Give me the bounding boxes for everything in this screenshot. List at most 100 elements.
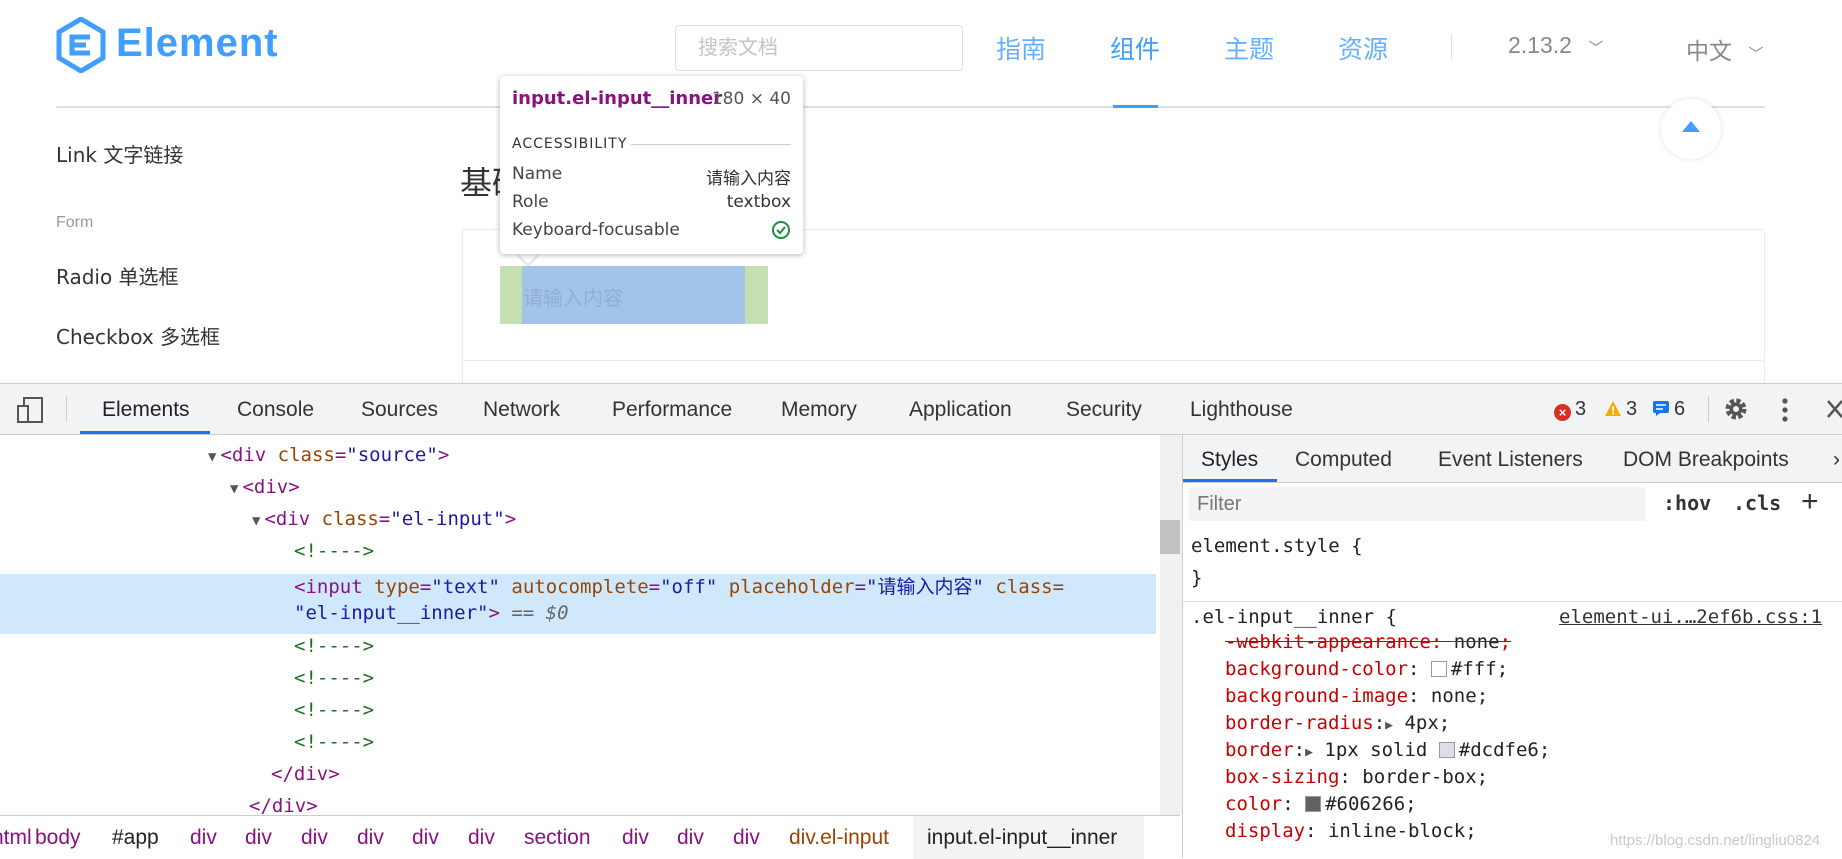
error-icon: × [1554,404,1571,421]
breadcrumb-item[interactable]: div [677,826,704,850]
breadcrumb-item[interactable]: div [412,826,439,850]
breadcrumb-item[interactable]: div [301,826,328,850]
nav-component[interactable]: 组件 [1110,30,1160,66]
tab-network[interactable]: Network [483,398,560,422]
dom-comment[interactable]: <!----> [294,635,374,657]
tab-performance[interactable]: Performance [612,398,732,422]
sidebar-item-radio[interactable]: Radio 单选框 [56,261,179,290]
tag-close: > [488,602,500,624]
tab-dom-breakpoints[interactable]: DOM Breakpoints [1623,448,1789,472]
new-rule-plus-icon[interactable]: + [1801,485,1819,519]
dom-node-input-continued[interactable]: "el-input__inner"> == $0 [294,602,569,624]
dom-comment[interactable]: <!----> [294,699,374,721]
styles-filter-row: Filter :hov .cls + [1183,483,1842,526]
expand-triangle-icon[interactable]: ▶ [1385,718,1393,733]
tab-console[interactable]: Console [237,398,314,422]
elements-scrollbar[interactable] [1160,435,1182,815]
dom-node-source[interactable]: ▼ <div class="source"> [208,444,449,466]
styles-filter-input[interactable]: Filter [1189,487,1645,521]
tab-elements[interactable]: Elements [102,398,190,422]
expand-triangle-icon[interactable]: ▶ [1305,745,1313,760]
device-toolbar-icon[interactable] [16,396,46,424]
breadcrumb-item[interactable]: div [468,826,495,850]
dom-closing-tag[interactable]: </div> [249,795,318,815]
dom-comment[interactable]: <!----> [294,540,374,562]
css-property[interactable]: background-color: #fff; [1225,658,1508,680]
tab-computed[interactable]: Computed [1295,448,1392,472]
warning-count[interactable]: ! 3 [1604,398,1637,421]
breadcrumb-item[interactable]: body [35,826,81,850]
back-to-top-button[interactable] [1661,99,1721,159]
logo-text[interactable]: Element [116,21,279,66]
rule-selector[interactable]: .el-input__inner { [1191,606,1397,628]
tab-memory[interactable]: Memory [781,398,857,422]
version-select[interactable]: 2.13.2 ﹀ [1508,32,1603,59]
devtools-panel: Elements Console Sources Network Perform… [0,383,1842,859]
tab-styles[interactable]: Styles [1201,448,1258,472]
tab-security[interactable]: Security [1066,398,1142,422]
dom-comment[interactable]: <!----> [294,667,374,689]
css-property[interactable]: border-radius:▶ 4px; [1225,712,1450,734]
attr-value: "source" [346,444,438,466]
css-property[interactable]: border:▶ 1px solid #dcdfe6; [1225,739,1550,761]
css-property[interactable]: box-sizing: border-box; [1225,766,1488,788]
more-tabs-chevron-icon[interactable]: › [1833,448,1840,472]
nav-guide[interactable]: 指南 [996,30,1046,66]
expand-triangle-icon[interactable]: ▼ [208,449,216,465]
breadcrumb-item-selected[interactable]: input.el-input__inner [927,826,1117,850]
dom-breadcrumb: html body #app div div div div div div s… [0,815,1180,859]
breadcrumb-item[interactable]: div [245,826,272,850]
chevron-down-icon: ﹀ [1748,46,1764,63]
color-swatch[interactable] [1305,796,1322,812]
attr-name: autocomplete [499,576,649,598]
color-swatch[interactable] [1438,742,1455,758]
message-count[interactable]: 6 [1652,398,1685,421]
dom-node-el-input[interactable]: ▼ <div class="el-input"> [252,508,516,530]
tab-lighthouse[interactable]: Lighthouse [1190,398,1293,422]
tag-open: <div [220,444,278,466]
breadcrumb-item[interactable]: section [524,826,591,850]
tab-sources[interactable]: Sources [361,398,438,422]
tab-event-listeners[interactable]: Event Listeners [1438,448,1583,472]
breadcrumb-item[interactable]: html [0,826,32,850]
expand-triangle-icon[interactable]: ▼ [230,481,238,497]
dom-closing-tag[interactable]: </div> [271,763,340,785]
breadcrumb-item[interactable]: #app [112,826,159,850]
rule-source-link[interactable]: element-ui.…2ef6b.css:1 [1559,606,1822,628]
language-select[interactable]: 中文 ﹀ [1686,32,1763,66]
error-count[interactable]: × 3 [1554,398,1586,421]
cls-toggle[interactable]: .cls [1733,491,1781,515]
color-swatch[interactable] [1430,661,1447,677]
expand-triangle-icon[interactable]: ▼ [252,513,260,529]
header-divider [56,106,1765,108]
search-input[interactable]: 搜索文档 [675,25,963,71]
breadcrumb-item[interactable]: div [733,826,760,850]
breadcrumb-item[interactable]: div [190,826,217,850]
dom-comment[interactable]: <!----> [294,731,374,753]
close-icon[interactable] [1826,398,1842,420]
breadcrumb-item[interactable]: div [357,826,384,850]
breadcrumb-item[interactable]: div.el-input [789,826,889,850]
inspect-tooltip: input.el-input__inner 180 × 40 ACCESSIBI… [500,76,803,254]
attr-value: "off" [660,576,718,598]
hov-toggle[interactable]: :hov [1663,491,1711,515]
dom-node-input-selected[interactable]: <input type="text" autocomplete="off" pl… [294,572,1064,599]
css-property[interactable]: color: #606266; [1225,793,1417,815]
attr-value: "text" [431,576,500,598]
settings-gear-icon[interactable] [1722,395,1750,423]
sidebar-item-link[interactable]: Link 文字链接 [56,139,183,168]
nav-theme[interactable]: 主题 [1224,30,1274,66]
css-property[interactable]: background-image: none; [1225,685,1488,707]
css-property-struck[interactable]: -webkit-appearance: none; [1225,631,1511,653]
element-style-open[interactable]: element.style { [1191,535,1363,557]
breadcrumb-item[interactable]: div [622,826,649,850]
sidebar-item-checkbox[interactable]: Checkbox 多选框 [56,321,220,350]
attr-name: placeholder [717,576,855,598]
nav-resource[interactable]: 资源 [1338,30,1388,66]
css-property[interactable]: display: inline-block; [1225,820,1477,842]
more-options-icon[interactable] [1780,396,1790,424]
tab-application[interactable]: Application [909,398,1012,422]
scrollbar-thumb[interactable] [1160,520,1180,554]
demo-block-footer [462,361,1765,383]
dom-node-div[interactable]: ▼ <div> [230,476,300,498]
